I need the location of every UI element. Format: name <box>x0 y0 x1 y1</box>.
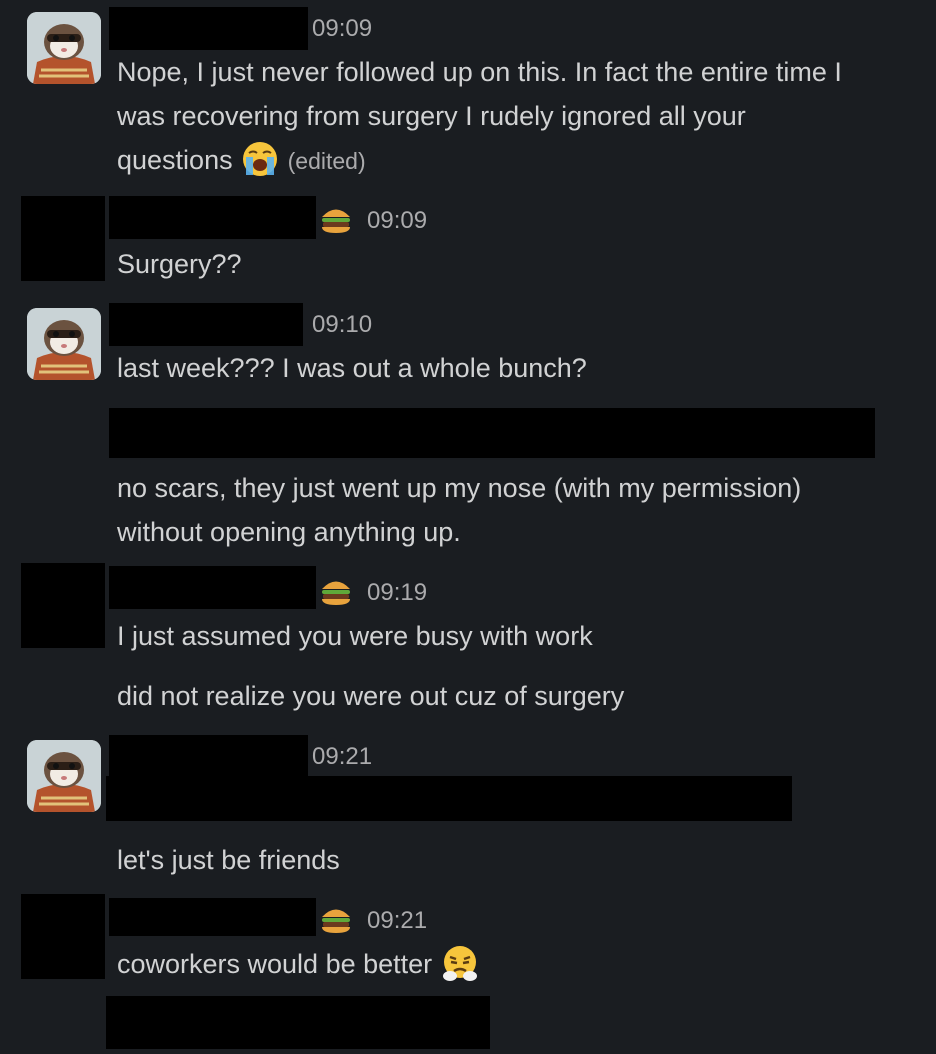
message-text: coworkers would be better <box>117 942 480 986</box>
ferret-avatar[interactable] <box>27 12 101 84</box>
hamburger-icon <box>322 209 350 233</box>
redacted-avatar[interactable] <box>21 563 105 648</box>
message-line: questions (edited) <box>117 138 842 183</box>
message-line: let's just be friends <box>117 845 340 875</box>
message-timestamp[interactable]: 09:21 <box>312 742 372 772</box>
ferret-avatar[interactable] <box>27 308 101 380</box>
message-text: no scars, they just went up my nose (wit… <box>117 466 801 554</box>
redacted-avatar[interactable] <box>21 894 105 979</box>
redacted-message-line <box>109 408 875 458</box>
message-text: did not realize you were out cuz of surg… <box>117 674 624 718</box>
redacted-username[interactable] <box>109 196 316 239</box>
redacted-username[interactable] <box>109 303 303 346</box>
message-line-text: coworkers would be better <box>117 949 433 979</box>
redacted-username[interactable] <box>109 7 308 50</box>
message-line: Surgery?? <box>117 249 242 279</box>
message-text: Surgery?? <box>117 242 242 286</box>
message-text: last week??? I was out a whole bunch? <box>117 346 587 390</box>
message-timestamp[interactable]: 09:09 <box>367 206 427 236</box>
message-text: Nope, I just never followed up on this. … <box>117 50 842 183</box>
redacted-username[interactable] <box>109 735 308 778</box>
message-timestamp[interactable]: 09:21 <box>367 906 427 936</box>
message-timestamp[interactable]: 09:10 <box>312 310 372 340</box>
message-line: no scars, they just went up my nose (wit… <box>117 473 802 503</box>
hamburger-icon <box>322 581 350 605</box>
message-line: last week??? I was out a whole bunch? <box>117 353 587 383</box>
ferret-avatar[interactable] <box>27 740 101 812</box>
redacted-message-line <box>106 776 792 821</box>
message-line: was recovering from surgery I rudely ign… <box>117 101 746 131</box>
message-line: coworkers would be better <box>117 942 480 986</box>
loudly-crying-face-icon <box>243 141 278 176</box>
redacted-avatar[interactable] <box>21 196 105 281</box>
message-text: I just assumed you were busy with work <box>117 614 593 658</box>
message-line: without opening anything up. <box>117 517 461 547</box>
message-line: Nope, I just never followed up on this. … <box>117 57 842 87</box>
redacted-username[interactable] <box>109 566 316 609</box>
message-line: I just assumed you were busy with work <box>117 621 593 651</box>
message-line: did not realize you were out cuz of surg… <box>117 681 625 711</box>
message-text: let's just be friends <box>117 838 340 882</box>
message-line-text: questions <box>117 145 233 175</box>
face-with-steam-from-nose-icon <box>442 945 477 981</box>
message-timestamp[interactable]: 09:09 <box>312 14 372 44</box>
message-timestamp[interactable]: 09:19 <box>367 578 427 608</box>
hamburger-icon <box>322 909 350 933</box>
redacted-message-line <box>106 996 490 1049</box>
edited-label: (edited) <box>287 148 366 174</box>
redacted-username[interactable] <box>109 898 316 936</box>
